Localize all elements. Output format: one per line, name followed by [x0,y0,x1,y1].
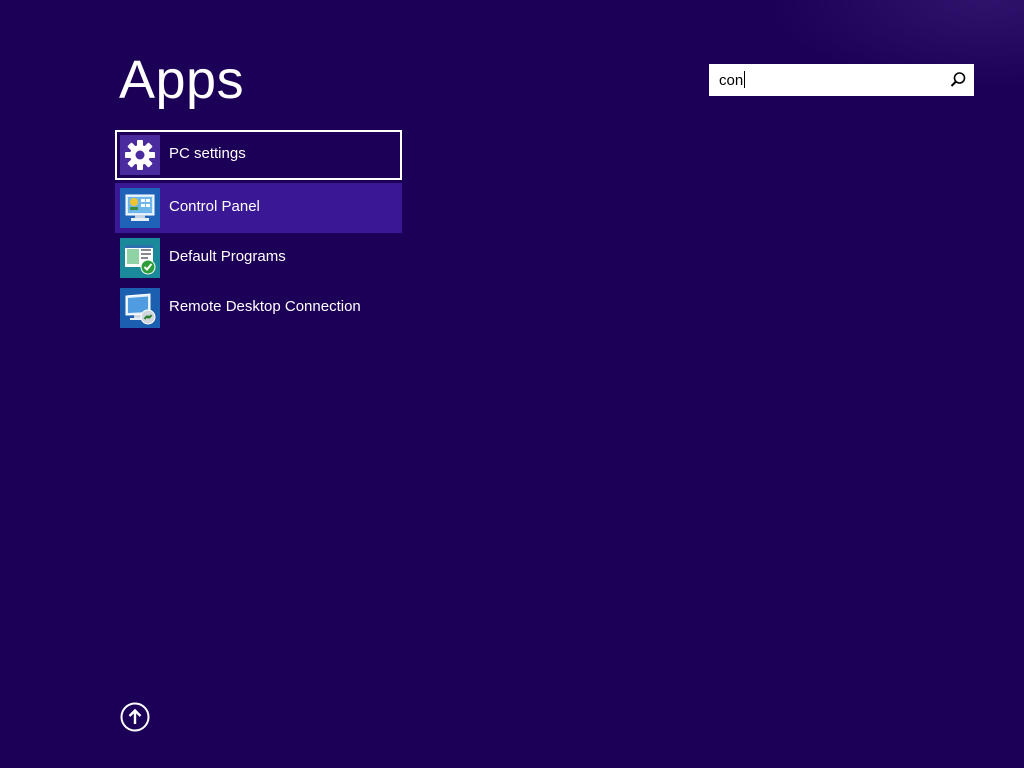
control-panel-icon [120,188,160,228]
search-icon[interactable] [948,70,968,90]
search-input[interactable]: con [719,71,746,90]
app-label: Remote Desktop Connection [169,298,361,315]
page-title: Apps [119,50,245,110]
search-box[interactable]: con [709,64,974,96]
arrow-up-circle-icon[interactable] [120,702,150,732]
search-input-value: con [719,72,744,89]
app-label: PC settings [169,145,246,162]
app-tile-control-panel[interactable]: Control Panel [115,183,402,233]
remote-desktop-icon [120,288,160,328]
app-label: Default Programs [169,248,286,265]
app-label: Control Panel [169,198,260,215]
text-caret [744,71,746,88]
app-tile-default-programs[interactable]: Default Programs [115,233,402,283]
default-programs-icon [120,238,160,278]
app-tile-remote-desktop-connection[interactable]: Remote Desktop Connection [115,283,402,333]
gear-icon [120,135,160,175]
app-tile-pc-settings[interactable]: PC settings [115,130,402,180]
